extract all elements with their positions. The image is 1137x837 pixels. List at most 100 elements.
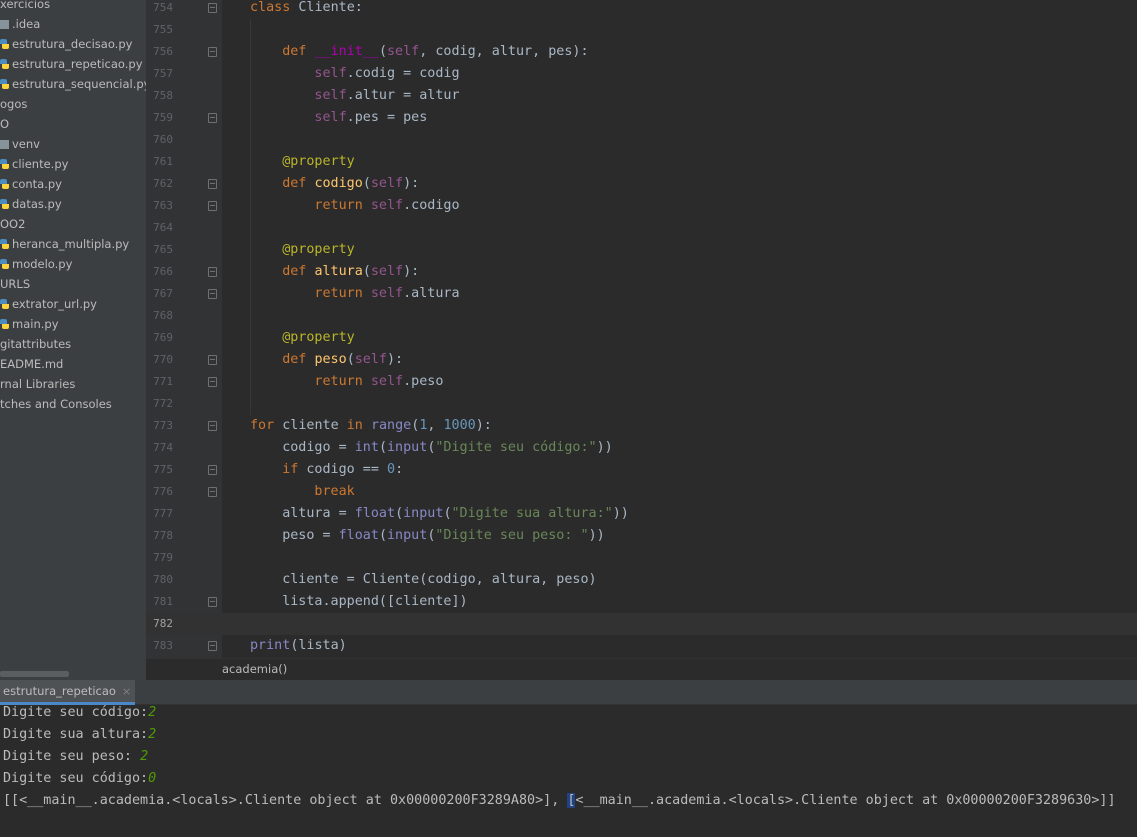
- fold-marker-icon[interactable]: [208, 201, 217, 211]
- tree-item-label: .idea: [12, 17, 41, 31]
- code-line[interactable]: 759 self.pes = pes: [146, 107, 1137, 129]
- tree-item[interactable]: heranca_multipla.py: [0, 234, 129, 254]
- tree-item[interactable]: OO2: [0, 214, 25, 234]
- line-number: 775: [153, 463, 173, 476]
- line-number: 776: [153, 485, 173, 498]
- code-line[interactable]: 769 @property: [146, 327, 1137, 349]
- code-line[interactable]: 755: [146, 19, 1137, 41]
- code-line[interactable]: 780 cliente = Cliente(codigo, altura, pes…: [146, 569, 1137, 591]
- fold-marker-icon[interactable]: [208, 47, 217, 57]
- breadcrumb-item[interactable]: academia(): [222, 662, 287, 676]
- code-line[interactable]: 783 print(lista): [146, 635, 1137, 657]
- code-token: input: [387, 440, 428, 455]
- tree-item[interactable]: EADME.md: [0, 354, 63, 374]
- tree-item[interactable]: rnal Libraries: [0, 374, 75, 394]
- code-line[interactable]: 782: [146, 613, 1137, 635]
- close-icon[interactable]: ×: [122, 685, 131, 698]
- code-line[interactable]: 760: [146, 129, 1137, 151]
- tree-item[interactable]: venv: [0, 134, 40, 154]
- python-file-icon: [0, 58, 9, 70]
- code-line[interactable]: 765 @property: [146, 239, 1137, 261]
- code-line[interactable]: 781 lista.append([cliente]): [146, 591, 1137, 613]
- code-token: peso =: [282, 528, 339, 543]
- code-token: .codig = codig: [346, 66, 460, 81]
- code-line[interactable]: 761 @property: [146, 151, 1137, 173]
- tree-item[interactable]: modelo.py: [0, 254, 72, 274]
- fold-marker-icon[interactable]: [208, 113, 217, 123]
- code-line[interactable]: 770 def peso(self):: [146, 349, 1137, 371]
- code-token: def: [282, 264, 315, 279]
- fold-marker-icon[interactable]: [208, 465, 217, 475]
- code-text: if codigo == 0:: [282, 459, 403, 481]
- tree-item[interactable]: .idea: [0, 14, 40, 34]
- fold-marker-icon[interactable]: [208, 289, 217, 299]
- code-line[interactable]: 763 return self.codigo: [146, 195, 1137, 217]
- scrollbar-thumb[interactable]: [0, 671, 69, 677]
- fold-marker-icon[interactable]: [208, 3, 217, 13]
- tree-item[interactable]: O: [0, 114, 9, 134]
- code-token: self: [314, 88, 347, 103]
- breadcrumb[interactable]: academia(): [146, 658, 1137, 680]
- run-console[interactable]: Digite seu código:2 Digite sua altura:2 Di…: [0, 705, 1137, 837]
- tree-item[interactable]: gitattributes: [0, 334, 71, 354]
- tree-item[interactable]: estrutura_repeticao.py: [0, 54, 143, 74]
- tree-item[interactable]: cliente.py: [0, 154, 68, 174]
- tree-item[interactable]: ogos: [0, 94, 27, 114]
- fold-marker-icon[interactable]: [208, 421, 217, 431]
- indent-guide: [250, 19, 251, 415]
- tree-item[interactable]: extrator_url.py: [0, 294, 97, 314]
- tree-item[interactable]: xercicios: [0, 0, 50, 14]
- code-line[interactable]: 779: [146, 547, 1137, 569]
- fold-marker-icon[interactable]: [208, 267, 217, 277]
- code-line[interactable]: 772: [146, 393, 1137, 415]
- fold-marker-icon[interactable]: [208, 487, 217, 497]
- tree-item-label: extrator_url.py: [12, 297, 97, 311]
- code-line[interactable]: 776 break: [146, 481, 1137, 503]
- console-prompt: Digite seu código:: [3, 705, 149, 720]
- code-token: codigo =: [282, 440, 355, 455]
- console-user-input: 2: [148, 705, 157, 720]
- tree-item-label: heranca_multipla.py: [12, 237, 130, 251]
- line-number: 758: [153, 89, 173, 102]
- code-line[interactable]: 768: [146, 305, 1137, 327]
- fold-marker-icon[interactable]: [208, 641, 217, 651]
- code-token: cliente = Cliente(codigo, altura, peso): [282, 572, 597, 587]
- code-token: "Digite seu código:": [435, 440, 597, 455]
- code-line[interactable]: 777 altura = float(input("Digite sua altu…: [146, 503, 1137, 525]
- fold-marker-icon[interactable]: [208, 597, 217, 607]
- tree-item[interactable]: tches and Consoles: [0, 394, 112, 414]
- code-text: print(lista): [250, 635, 347, 657]
- code-line[interactable]: 774 codigo = int(input("Digite seu código…: [146, 437, 1137, 459]
- code-line[interactable]: 766 def altura(self):: [146, 261, 1137, 283]
- code-line[interactable]: 771 return self.peso: [146, 371, 1137, 393]
- code-token: ,: [427, 418, 444, 433]
- tree-item[interactable]: estrutura_decisao.py: [0, 34, 132, 54]
- code-token: (: [362, 264, 371, 279]
- code-editor[interactable]: 754 class Cliente: 755 756 def __init__(self…: [146, 0, 1137, 658]
- code-line[interactable]: 754 class Cliente:: [146, 0, 1137, 19]
- code-line[interactable]: 775 if codigo == 0:: [146, 459, 1137, 481]
- fold-marker-icon[interactable]: [208, 377, 217, 387]
- code-token: @property: [282, 330, 355, 345]
- fold-marker-icon[interactable]: [208, 179, 217, 189]
- code-line[interactable]: 778 peso = float(input("Digite seu peso: …: [146, 525, 1137, 547]
- tree-item[interactable]: main.py: [0, 314, 59, 334]
- code-text: altura = float(input("Digite sua altura:…: [282, 503, 629, 525]
- tree-item[interactable]: datas.py: [0, 194, 62, 214]
- code-line[interactable]: 756 def __init__(self, codig, altur, pes)…: [146, 41, 1137, 63]
- code-line[interactable]: 767 return self.altura: [146, 283, 1137, 305]
- sidebar-horizontal-scrollbar[interactable]: [0, 670, 146, 678]
- python-file-icon: [0, 318, 9, 330]
- tree-item-label: datas.py: [12, 197, 62, 211]
- code-line[interactable]: 758 self.altur = altur: [146, 85, 1137, 107]
- python-file-icon: [0, 258, 9, 270]
- code-line[interactable]: 773 for cliente in range(1, 1000):: [146, 415, 1137, 437]
- code-line[interactable]: 762 def codigo(self):: [146, 173, 1137, 195]
- project-tree: xercicios .idea estrutura_decisao.py estrut…: [0, 0, 146, 680]
- tree-item[interactable]: conta.py: [0, 174, 62, 194]
- tree-item[interactable]: estrutura_sequencial.py: [0, 74, 146, 94]
- code-line[interactable]: 757 self.codig = codig: [146, 63, 1137, 85]
- code-line[interactable]: 764: [146, 217, 1137, 239]
- tree-item[interactable]: URLS: [0, 274, 30, 294]
- fold-marker-icon[interactable]: [208, 355, 217, 365]
